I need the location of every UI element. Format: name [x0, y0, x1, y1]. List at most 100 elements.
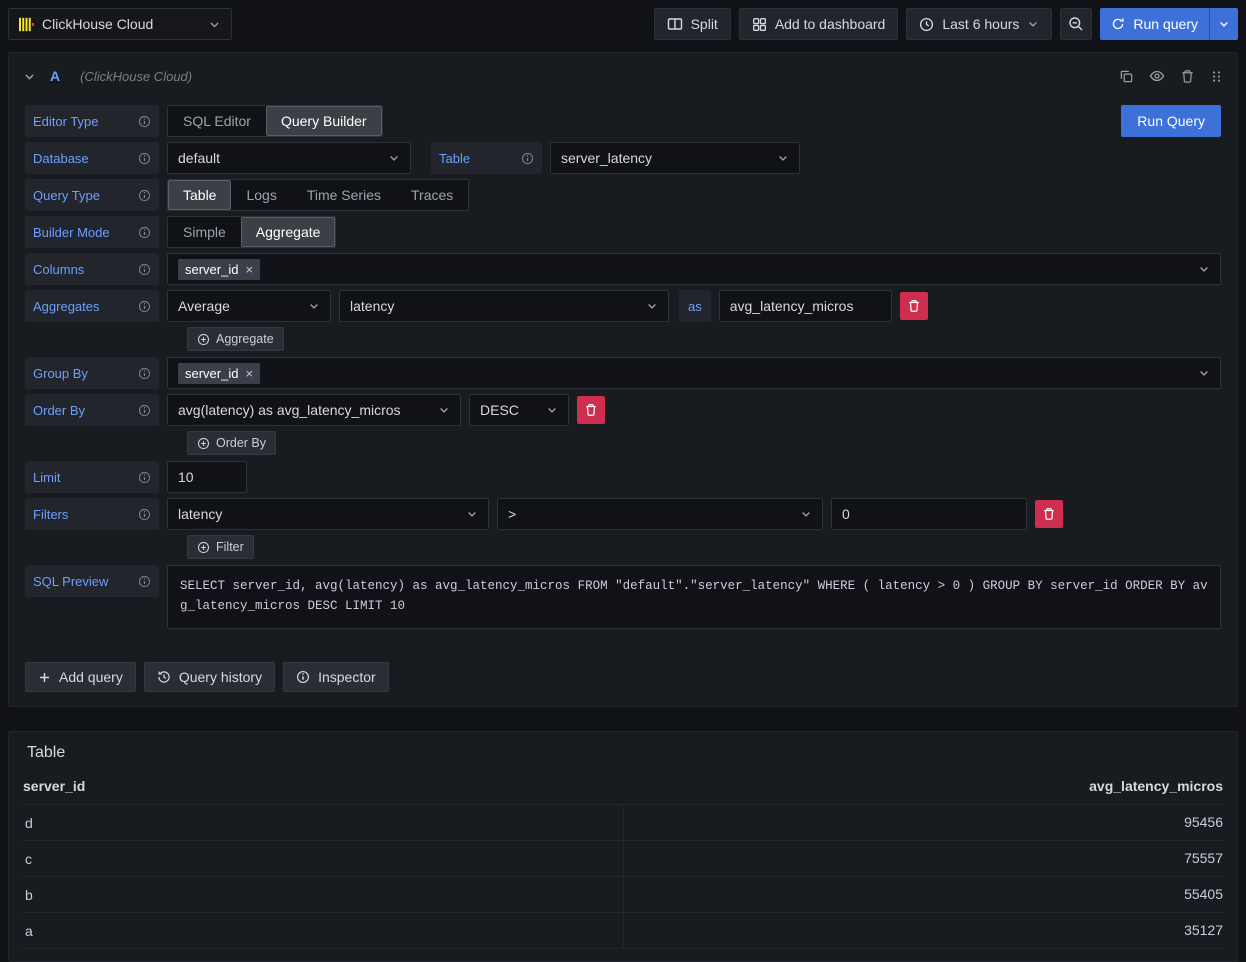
info-icon[interactable]: [138, 404, 151, 417]
editor-footer: Add query Query history Inspector: [9, 634, 1237, 706]
database-select[interactable]: default: [167, 142, 411, 174]
option-time-series[interactable]: Time Series: [292, 180, 396, 210]
time-range-label: Last 6 hours: [942, 16, 1019, 32]
info-icon[interactable]: [138, 471, 151, 484]
option-traces[interactable]: Traces: [396, 180, 468, 210]
column-tag: server_id ×: [178, 259, 260, 280]
plus-circle-icon: [197, 437, 210, 450]
sql-preview-text: SELECT server_id, avg(latency) as avg_la…: [167, 565, 1221, 629]
info-icon[interactable]: [138, 367, 151, 380]
option-query-builder[interactable]: Query Builder: [266, 106, 382, 136]
field-label-order-by: Order By: [25, 394, 159, 426]
close-icon[interactable]: ×: [245, 367, 253, 380]
query-ref-id[interactable]: A: [50, 68, 60, 84]
split-button[interactable]: Split: [654, 8, 731, 40]
field-label-group-by: Group By: [25, 357, 159, 389]
plus-circle-icon: [197, 541, 210, 554]
add-query-button[interactable]: Add query: [25, 662, 136, 692]
field-label-editor-type: Editor Type: [25, 105, 159, 137]
chevron-down-icon: [546, 404, 558, 416]
remove-aggregate-button[interactable]: [900, 292, 928, 320]
column-header-avg-latency-micros[interactable]: avg_latency_micros: [623, 778, 1223, 794]
as-label: as: [679, 290, 711, 322]
add-to-dashboard-label: Add to dashboard: [775, 16, 886, 32]
info-icon[interactable]: [138, 226, 151, 239]
clock-icon: [919, 17, 934, 32]
field-label-filters: Filters: [25, 498, 159, 530]
close-icon[interactable]: ×: [245, 263, 253, 276]
columns-multiselect[interactable]: server_id ×: [167, 253, 1221, 285]
plus-icon: [38, 671, 51, 684]
run-query-label: Run query: [1133, 16, 1198, 32]
add-to-dashboard-button[interactable]: Add to dashboard: [739, 8, 899, 40]
field-label-limit: Limit: [25, 461, 159, 493]
time-range-picker[interactable]: Last 6 hours: [906, 8, 1052, 40]
toggle-visibility-icon[interactable]: [1149, 68, 1165, 84]
info-icon[interactable]: [138, 575, 151, 588]
add-aggregate-button[interactable]: Aggregate: [187, 327, 284, 351]
column-header-server-id[interactable]: server_id: [23, 778, 623, 794]
duplicate-query-icon[interactable]: [1119, 69, 1134, 84]
query-builder: Editor Type SQL Editor Query Builder Run…: [9, 99, 1237, 629]
apps-grid-icon: [752, 17, 767, 32]
chevron-down-icon: [777, 152, 789, 164]
chevron-down-icon: [1198, 263, 1210, 275]
collapse-chevron-icon[interactable]: [23, 70, 36, 83]
filter-value-input[interactable]: [831, 498, 1027, 530]
query-type-toggle: Table Logs Time Series Traces: [167, 179, 469, 211]
run-query-editor-button[interactable]: Run Query: [1121, 105, 1221, 137]
add-order-by-button[interactable]: Order By: [187, 431, 276, 455]
run-query-toolbar-button[interactable]: Run query: [1100, 8, 1238, 40]
inspector-button[interactable]: Inspector: [283, 662, 389, 692]
field-label-builder-mode: Builder Mode: [25, 216, 159, 248]
info-icon[interactable]: [138, 189, 151, 202]
zoom-out-icon: [1068, 16, 1084, 32]
zoom-out-button[interactable]: [1060, 8, 1092, 40]
datasource-hint: (ClickHouse Cloud): [80, 69, 192, 84]
option-sql-editor[interactable]: SQL Editor: [168, 106, 266, 136]
info-circle-icon: [296, 670, 310, 684]
filter-operator-select[interactable]: >: [497, 498, 823, 530]
group-by-multiselect[interactable]: server_id ×: [167, 357, 1221, 389]
plus-circle-icon: [197, 333, 210, 346]
info-icon[interactable]: [138, 508, 151, 521]
chevron-down-icon: [1027, 18, 1039, 30]
info-icon[interactable]: [138, 300, 151, 313]
table-row: a 35127: [23, 913, 1223, 949]
query-history-button[interactable]: Query history: [144, 662, 275, 692]
aggregate-alias-input[interactable]: [719, 290, 892, 322]
clickhouse-logo-icon: [19, 17, 34, 32]
remove-filter-button[interactable]: [1035, 500, 1063, 528]
chevron-down-icon: [1198, 367, 1210, 379]
order-direction-select[interactable]: DESC: [469, 394, 569, 426]
add-filter-button[interactable]: Filter: [187, 535, 254, 559]
info-icon[interactable]: [138, 115, 151, 128]
drag-handle-icon[interactable]: [1210, 70, 1223, 83]
option-simple[interactable]: Simple: [168, 217, 241, 247]
option-aggregate[interactable]: Aggregate: [241, 217, 336, 247]
topbar-actions: Split Add to dashboard Last 6 hours: [654, 8, 1238, 40]
aggregate-function-select[interactable]: Average: [167, 290, 331, 322]
table-select[interactable]: server_latency: [550, 142, 800, 174]
datasource-picker[interactable]: ClickHouse Cloud: [8, 8, 232, 40]
info-icon[interactable]: [521, 152, 534, 165]
delete-query-icon[interactable]: [1180, 69, 1195, 84]
table-row: c 75557: [23, 841, 1223, 877]
option-table[interactable]: Table: [168, 180, 231, 210]
topbar: ClickHouse Cloud Split Add to dashboard …: [0, 0, 1246, 48]
option-logs[interactable]: Logs: [231, 180, 291, 210]
aggregate-column-select[interactable]: latency: [339, 290, 669, 322]
remove-order-by-button[interactable]: [577, 396, 605, 424]
split-label: Split: [691, 16, 718, 32]
table-result-panel: Table server_id avg_latency_micros d 954…: [8, 731, 1238, 962]
limit-input[interactable]: [167, 461, 247, 493]
field-label-aggregates: Aggregates: [25, 290, 159, 322]
run-query-dropdown[interactable]: [1210, 8, 1238, 40]
chevron-down-icon: [208, 18, 221, 31]
info-icon[interactable]: [138, 263, 151, 276]
info-icon[interactable]: [138, 152, 151, 165]
chevron-down-icon: [438, 404, 450, 416]
filter-column-select[interactable]: latency: [167, 498, 489, 530]
order-by-expression-select[interactable]: avg(latency) as avg_latency_micros: [167, 394, 461, 426]
chevron-down-icon: [388, 152, 400, 164]
